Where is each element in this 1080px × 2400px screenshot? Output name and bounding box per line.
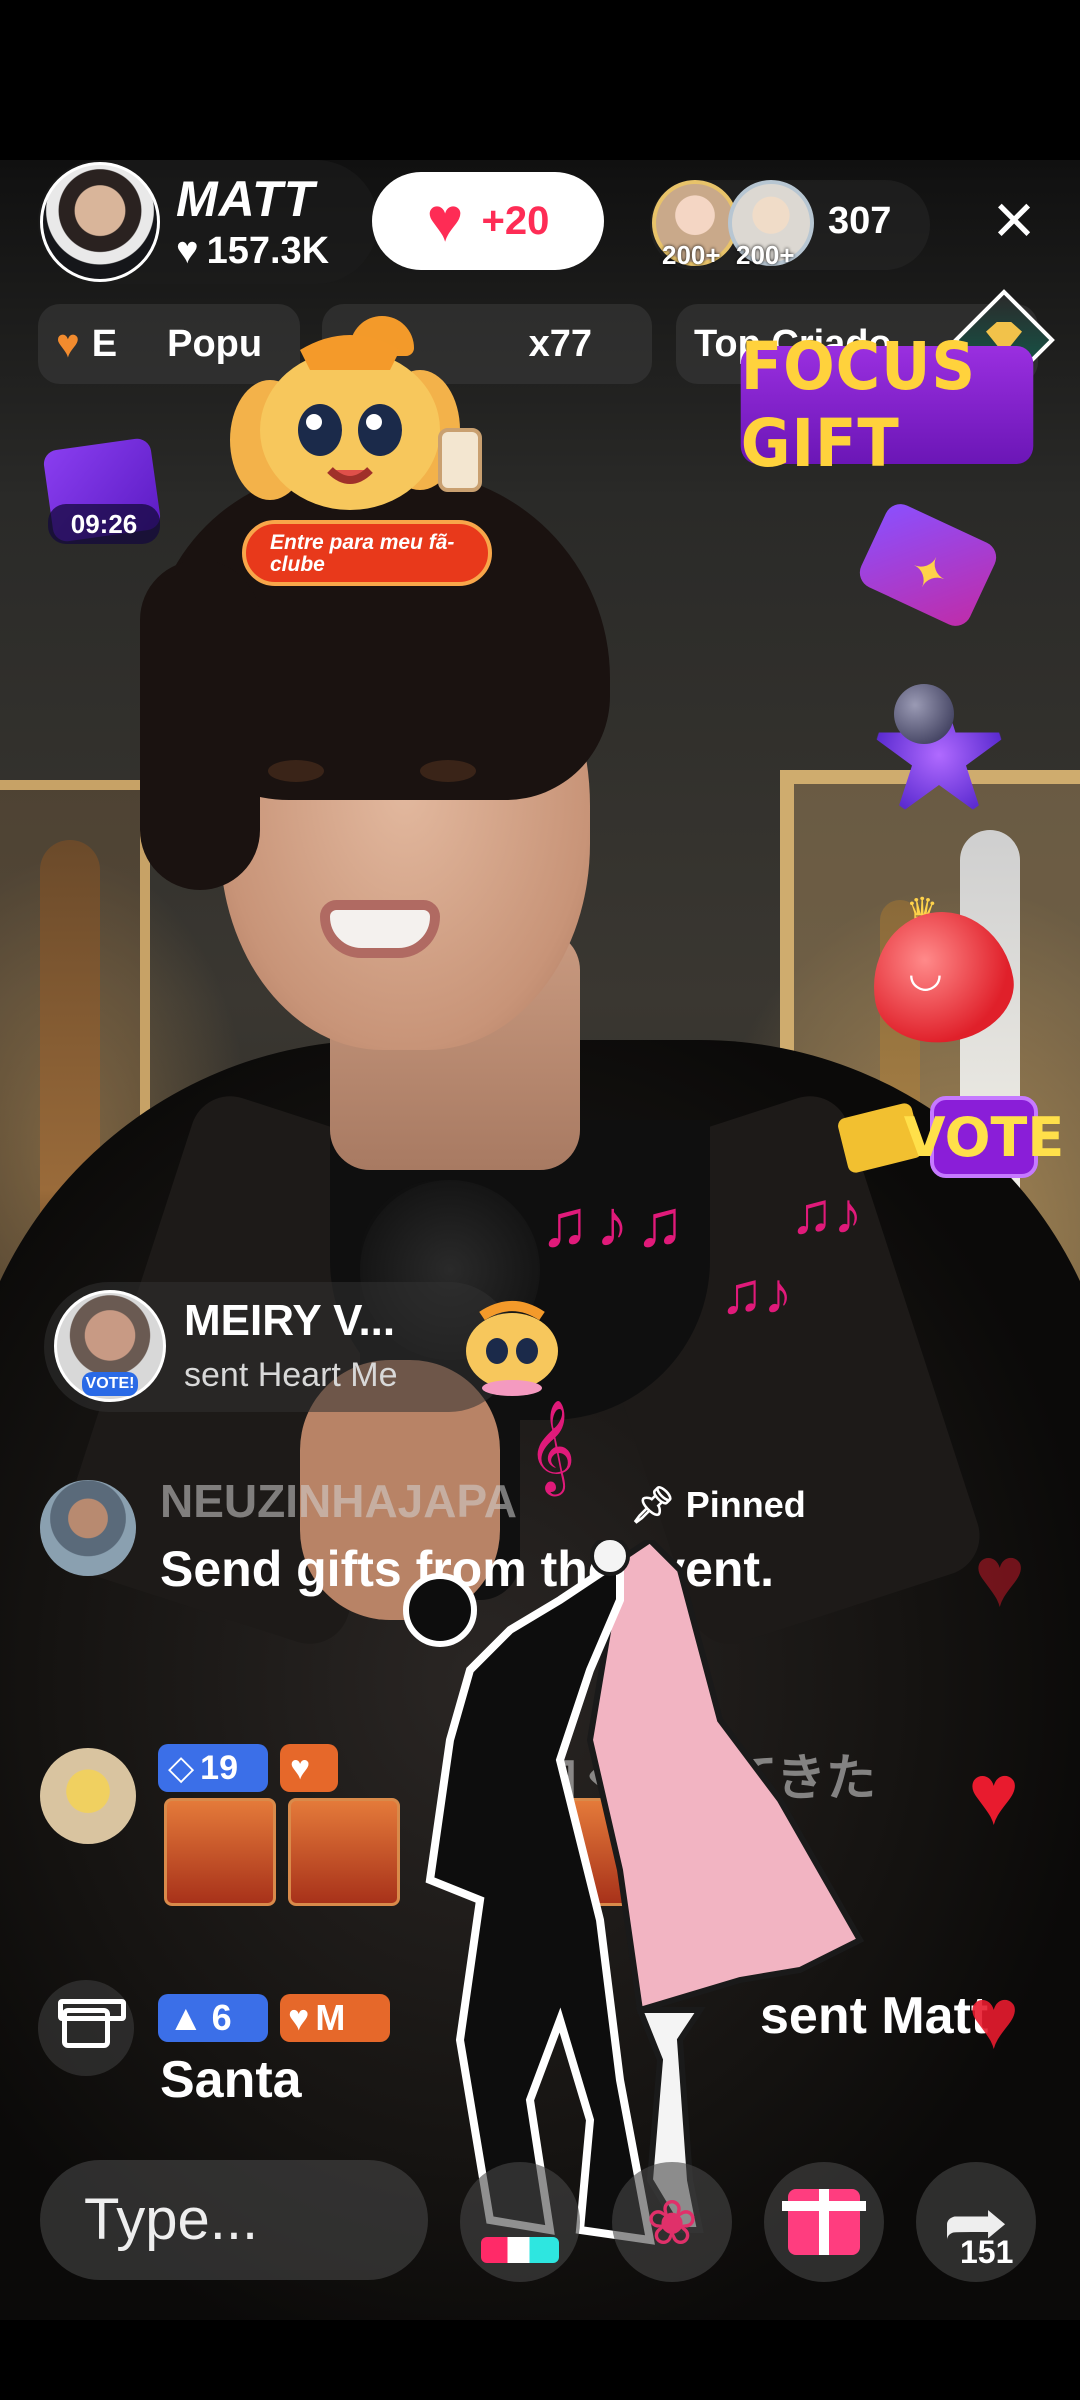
gift-icon [782, 2189, 866, 2255]
pinned-label: Pinned [685, 1484, 806, 1525]
heart-icon: ♥ [288, 1997, 310, 2038]
fan-club-join-button[interactable]: Entre para meu fã-clube [242, 520, 492, 586]
viewer-count[interactable]: 307 [828, 200, 891, 243]
share-count: 151 [960, 2234, 1014, 2270]
like-button-label: +20 [481, 198, 550, 243]
streamer-eye-right [420, 760, 476, 782]
top-letterbox [0, 0, 1080, 160]
host-avatar[interactable] [40, 162, 160, 282]
triangle-level-icon: ▲ [168, 1997, 204, 2038]
gift-goal-count: x77 [528, 322, 592, 365]
gift-panel-button[interactable] [764, 2162, 884, 2282]
effects-icon [481, 2237, 559, 2263]
gift-icon [58, 1999, 126, 2048]
comment-avatar[interactable] [40, 1480, 136, 1576]
dancing-couple-gift-animation [403, 1540, 865, 2245]
heart-icon: ♥ [176, 230, 199, 272]
comment-input[interactable]: Type... [40, 2160, 428, 2280]
music-note-icon: ♫ ♪ ♫ [540, 1186, 685, 1260]
heart-icon: ♥ [290, 1748, 311, 1787]
heart-icon: ♥ [56, 321, 80, 366]
gift-button[interactable] [38, 1980, 134, 2076]
host-likes: ♥ 157.3K [176, 230, 329, 273]
like-button[interactable]: ♥ +20 [372, 172, 604, 270]
top-viewer-badge-1: 200+ [662, 240, 721, 270]
level-badge: ◇ 19 [158, 1744, 268, 1792]
level-value: 6 [211, 1997, 232, 2038]
chip-letter: E [91, 322, 118, 365]
fan-club-mascot-icon[interactable] [210, 320, 500, 520]
level-badge: ▲ 6 [158, 1994, 268, 2042]
host-name[interactable]: MATT [176, 170, 315, 228]
floating-heart-icon: ♥ [974, 1529, 1026, 1625]
music-note-icon: ♫♪ [790, 1181, 863, 1246]
pin-icon: 📌︎ [630, 1484, 686, 1525]
focus-gift-banner[interactable]: FOCUS GIFT [740, 328, 1034, 482]
gift-thumbnail [164, 1798, 276, 1906]
floating-heart-icon: ♥ [968, 1747, 1020, 1843]
close-icon[interactable]: × [982, 184, 1046, 256]
bottom-letterbox [0, 2320, 1080, 2400]
microphone-icon [894, 684, 954, 744]
heart-icon: ♥ [426, 186, 464, 255]
vote-button[interactable]: VOTE [904, 1096, 1064, 1178]
gift-message: sent Heart Me [184, 1356, 398, 1394]
streamer-hair-side [140, 560, 260, 890]
heart-face-icon: ◡ [910, 951, 941, 995]
gift-mascot-icon [466, 1301, 558, 1396]
floating-heart-icon: ♥ [968, 1971, 1020, 2067]
comment-avatar[interactable] [40, 1748, 136, 1844]
vote-badge: VOTE! [82, 1372, 138, 1396]
level-value: 19 [200, 1748, 238, 1787]
diamond-level-icon: ◇ [168, 1749, 195, 1787]
rose-gift-button[interactable]: ❀ [612, 2162, 732, 2282]
comment-text-line2: Santa [160, 2051, 302, 2109]
streamer-eye-left [268, 760, 324, 782]
top-viewer-badge-2: 200+ [736, 240, 795, 270]
music-note-icon: ♫♪ [720, 1261, 793, 1326]
comment-username[interactable]: NEUZINHAJAPA [160, 1474, 517, 1528]
treasure-box-timer: 09:26 [48, 504, 160, 544]
host-likes-count: 157.3K [206, 230, 330, 272]
pinned-tag: 📌︎ Pinned [630, 1484, 806, 1526]
rose-icon: ❀ [646, 2188, 698, 2258]
treble-clef-icon: 𝄞 [528, 1401, 576, 1490]
effects-button[interactable] [460, 2162, 580, 2282]
streamer-mouth [320, 900, 440, 958]
sender-name: MEIRY V... [184, 1296, 396, 1345]
